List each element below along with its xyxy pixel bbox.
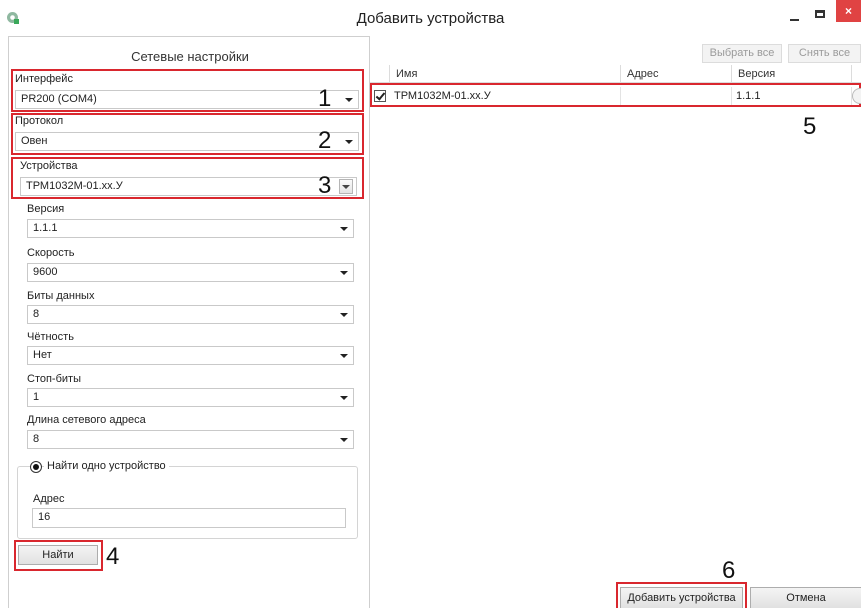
chevron-down-icon xyxy=(339,347,349,364)
data-bits-value: 8 xyxy=(33,308,40,320)
add-devices-button[interactable]: Добавить устройства xyxy=(620,587,743,608)
chevron-down-icon xyxy=(344,133,354,150)
protocol-value: Овен xyxy=(21,135,48,147)
data-bits-label: Биты данных xyxy=(27,290,95,302)
column-version[interactable]: Версия xyxy=(732,65,852,83)
address-length-value: 8 xyxy=(33,433,40,445)
speed-label: Скорость xyxy=(27,247,75,259)
marker-5: 5 xyxy=(803,113,817,140)
address-input[interactable]: 16 xyxy=(32,508,346,528)
row-scroll-handle[interactable] xyxy=(852,88,861,104)
devices-label: Устройства xyxy=(20,160,78,172)
stop-bits-value: 1 xyxy=(33,391,40,403)
row-version: 1.1.1 xyxy=(732,87,852,105)
interface-label: Интерфейс xyxy=(15,73,73,85)
parity-label: Чётность xyxy=(27,331,74,343)
stop-bits-label: Стоп-биты xyxy=(27,373,81,385)
parity-value: Нет xyxy=(33,349,52,361)
address-label: Адрес xyxy=(33,493,65,505)
find-button[interactable]: Найти xyxy=(18,545,98,565)
parity-select[interactable]: Нет xyxy=(27,346,354,365)
header-check-column xyxy=(370,65,390,83)
chevron-down-icon xyxy=(339,306,349,323)
chevron-down-icon xyxy=(344,91,354,108)
header-filler xyxy=(852,65,861,83)
address-length-select[interactable]: 8 xyxy=(27,430,354,449)
find-one-radio[interactable] xyxy=(30,461,42,473)
minimize-button[interactable] xyxy=(785,6,805,26)
maximize-button[interactable] xyxy=(811,6,831,26)
dropdown-button-icon[interactable] xyxy=(339,179,353,194)
data-bits-select[interactable]: 8 xyxy=(27,305,354,324)
chevron-down-icon xyxy=(339,264,349,281)
devices-select[interactable]: ТРМ1032М-01.хх.У xyxy=(20,177,357,196)
speed-value: 9600 xyxy=(33,266,58,278)
row-address xyxy=(621,87,732,105)
column-address[interactable]: Адрес xyxy=(621,65,732,83)
select-all-button[interactable]: Выбрать все xyxy=(702,44,782,63)
chevron-down-icon xyxy=(339,220,349,237)
marker-1: 1 xyxy=(318,85,332,112)
devices-value: ТРМ1032М-01.хх.У xyxy=(26,180,123,192)
protocol-label: Протокол xyxy=(15,115,64,127)
interface-value: PR200 (COM4) xyxy=(21,93,97,105)
marker-6: 6 xyxy=(722,557,736,584)
chevron-down-icon xyxy=(339,431,349,448)
window-title: Добавить устройства xyxy=(356,10,505,27)
find-one-label: Найти одно устройство xyxy=(44,460,169,472)
column-name[interactable]: Имя xyxy=(390,65,621,83)
marker-3: 3 xyxy=(318,172,332,199)
cancel-button[interactable]: Отмена xyxy=(750,587,861,608)
version-select[interactable]: 1.1.1 xyxy=(27,219,354,238)
version-label: Версия xyxy=(27,203,65,215)
marker-4: 4 xyxy=(106,543,120,570)
marker-2: 2 xyxy=(318,127,332,154)
close-button[interactable]: × xyxy=(836,0,861,22)
protocol-select[interactable]: Овен xyxy=(15,132,359,151)
row-checkbox[interactable] xyxy=(374,90,386,102)
clear-all-button[interactable]: Снять все xyxy=(788,44,861,63)
chevron-down-icon xyxy=(339,389,349,406)
speed-select[interactable]: 9600 xyxy=(27,263,354,282)
address-length-label: Длина сетевого адреса xyxy=(27,414,146,426)
interface-select[interactable]: PR200 (COM4) xyxy=(15,90,359,109)
stop-bits-select[interactable]: 1 xyxy=(27,388,354,407)
row-name: ТРМ1032М-01.хх.У xyxy=(390,87,621,105)
version-value: 1.1.1 xyxy=(33,222,58,234)
find-one-group xyxy=(17,466,358,539)
panel-title: Сетевые настройки xyxy=(131,49,249,64)
